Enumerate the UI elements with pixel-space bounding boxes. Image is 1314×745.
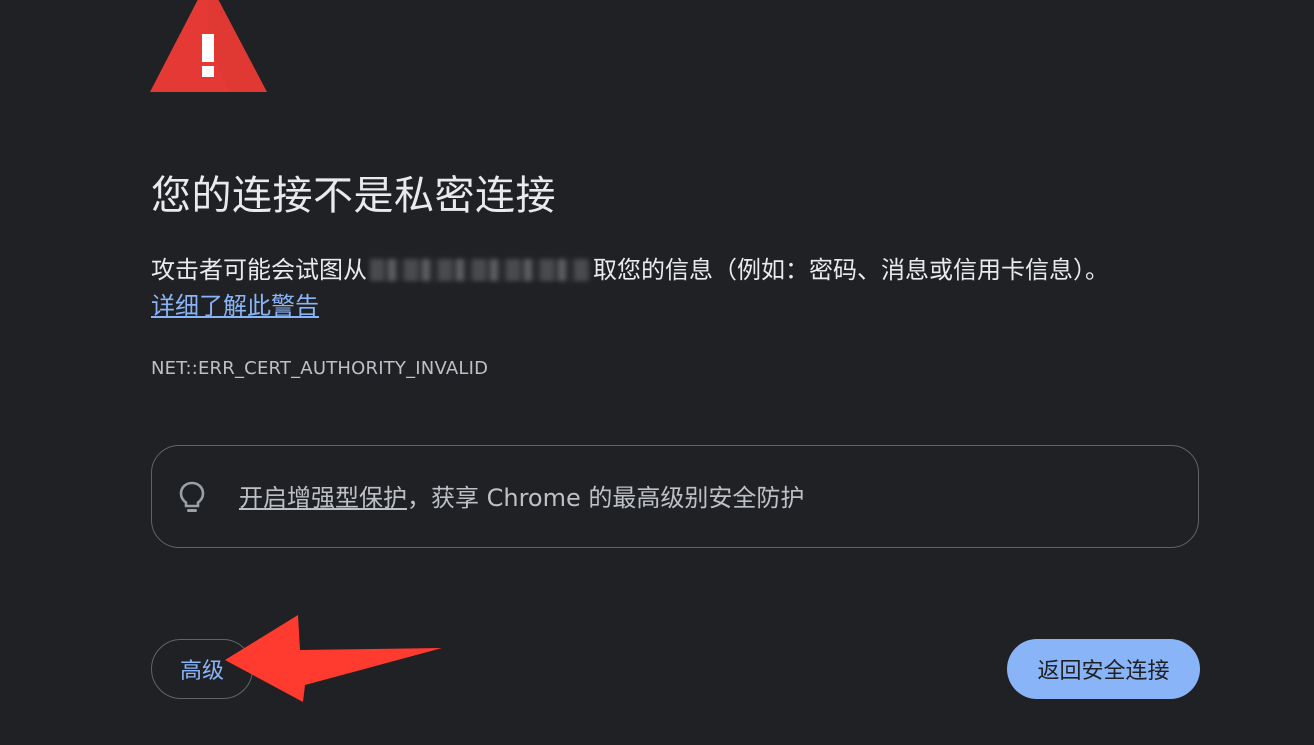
lightbulb-icon: [179, 481, 205, 512]
description-text-before: 攻击者可能会试图从: [151, 256, 367, 284]
red-arrow-icon: [225, 615, 442, 702]
enhanced-protection-link[interactable]: 开启增强型保护: [239, 484, 407, 512]
page-title: 您的连接不是私密连接: [151, 173, 556, 219]
warning-triangle-icon: [150, 0, 267, 92]
description-text-after: 取您的信息（例如：密码、消息或信用卡信息）。: [593, 256, 1109, 284]
description: 攻击者可能会试图从 取您的信息（例如：密码、消息或信用卡信息）。: [151, 250, 1211, 290]
back-to-safety-button[interactable]: 返回安全连接: [1007, 639, 1200, 699]
enhanced-protection-text: 开启增强型保护，获享 Chrome 的最高级别安全防护: [239, 478, 804, 518]
advanced-button[interactable]: 高级: [151, 639, 253, 699]
interstitial-page: 您的连接不是私密连接 攻击者可能会试图从 取您的信息（例如：密码、消息或信用卡信息…: [0, 0, 1314, 745]
enhanced-protection-rest: ，获享 Chrome 的最高级别安全防护: [407, 484, 805, 512]
enhanced-protection-banner: 开启增强型保护，获享 Chrome 的最高级别安全防护: [151, 445, 1199, 548]
redacted-hostname: [370, 259, 590, 281]
learn-more-link[interactable]: 详细了解此警告: [151, 288, 319, 324]
error-code: NET::ERR_CERT_AUTHORITY_INVALID: [151, 358, 489, 379]
